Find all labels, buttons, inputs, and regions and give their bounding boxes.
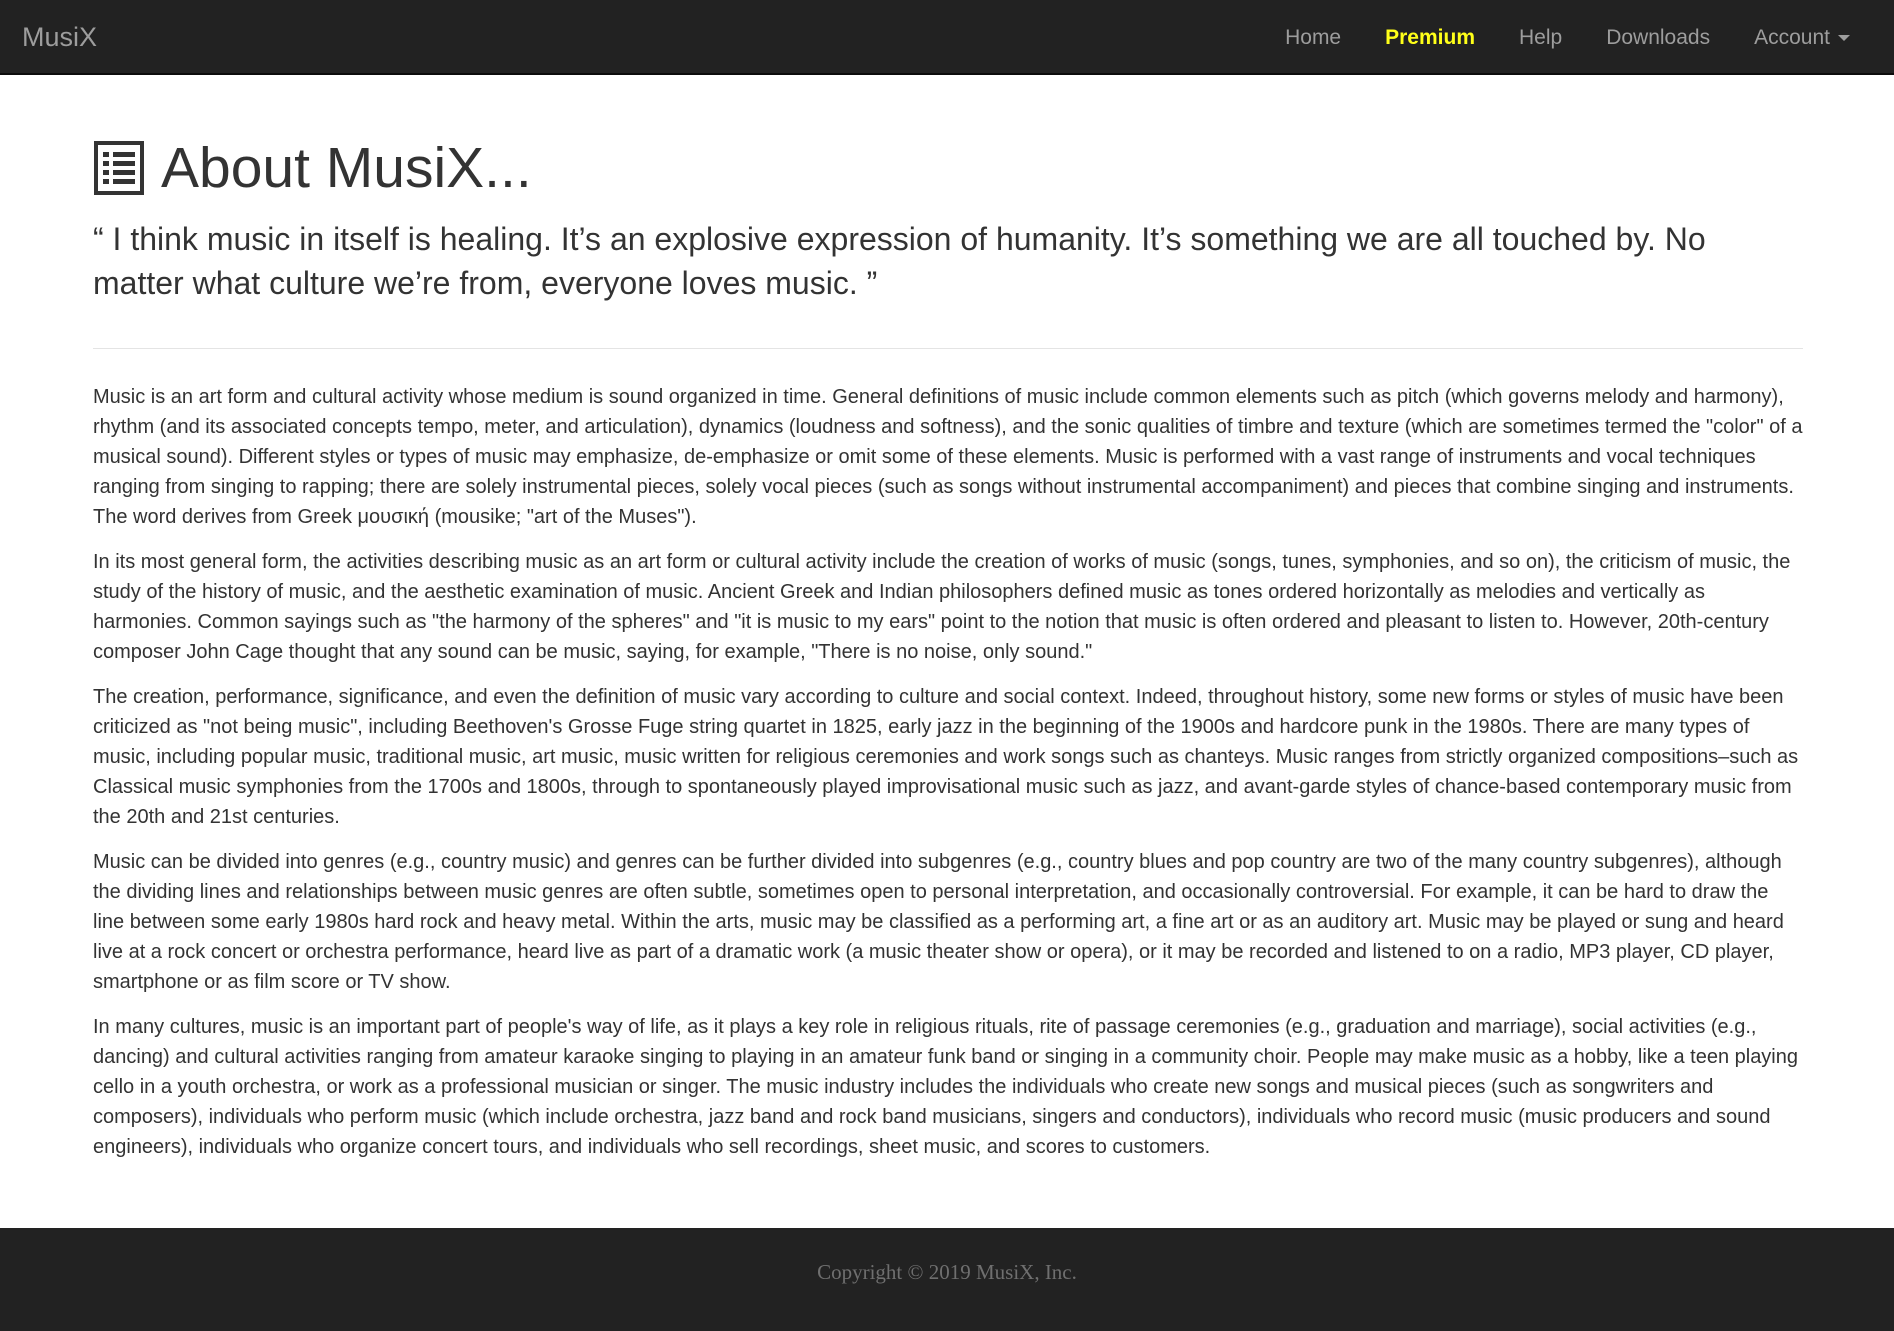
paragraph: In its most general form, the activities… <box>93 551 1791 663</box>
page-title: About MusiX... <box>93 135 1803 201</box>
page-title-text: About MusiX... <box>161 136 532 200</box>
paragraph: Music can be divided into genres (e.g., … <box>93 851 1784 993</box>
nav-links: Home Premium Help Downloads Account <box>1263 0 1894 75</box>
divider <box>93 348 1803 349</box>
nav-help-link[interactable]: Help <box>1497 0 1584 75</box>
list-icon <box>94 141 144 195</box>
paragraph: The creation, performance, significance,… <box>93 686 1799 828</box>
paragraph: Music is an art form and cultural activi… <box>93 386 1803 528</box>
caret-down-icon <box>1838 35 1850 42</box>
nav-account-label: Account <box>1754 26 1830 49</box>
nav-downloads-link[interactable]: Downloads <box>1584 0 1732 75</box>
navbar: MusiX Home Premium Help Downloads Accoun… <box>0 0 1894 75</box>
about-content: Music is an art form and cultural activi… <box>93 382 1803 1162</box>
nav-home-link[interactable]: Home <box>1263 0 1363 75</box>
paragraph: In many cultures, music is an important … <box>93 1016 1798 1158</box>
copyright-text: Copyright © 2019 MusiX, Inc. <box>817 1260 1077 1284</box>
nav-account-dropdown[interactable]: Account <box>1732 0 1872 75</box>
brand-link[interactable]: MusiX <box>22 0 97 75</box>
footer: Copyright © 2019 MusiX, Inc. <box>0 1228 1894 1331</box>
main-content: About MusiX... “ I think music in itself… <box>93 75 1803 1177</box>
intro-quote: “ I think music in itself is healing. It… <box>93 221 1706 301</box>
nav-premium-link[interactable]: Premium <box>1363 0 1497 75</box>
